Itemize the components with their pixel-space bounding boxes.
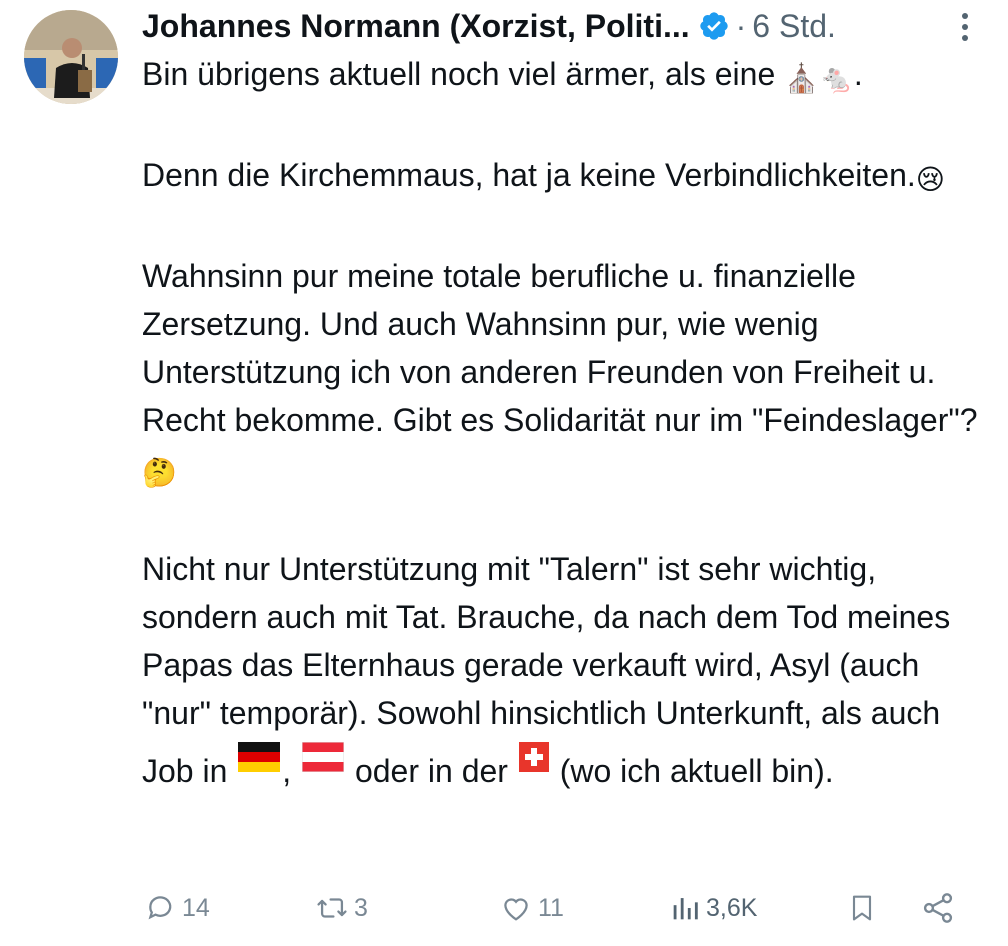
paragraph-1-end: . (853, 56, 863, 92)
views-button[interactable]: 3,6K (668, 888, 757, 928)
share-button[interactable] (920, 888, 956, 928)
switzerland-flag-icon (518, 737, 549, 785)
bookmark-icon (852, 895, 872, 921)
paragraph-1: Bin übrigens aktuell noch viel ärmer, al… (142, 50, 992, 103)
reply-icon (148, 896, 172, 920)
more-options-icon[interactable] (950, 10, 980, 44)
separator-dot: · (735, 7, 747, 44)
post-text: Bin übrigens aktuell noch viel ärmer, al… (142, 50, 992, 795)
paragraph-4-text-c: (wo ich aktuell bin). (559, 753, 834, 789)
views-count: 3,6K (706, 893, 758, 922)
repost-icon (317, 898, 347, 918)
paragraph-4-text-b: oder in der (354, 753, 508, 789)
like-count: 11 (538, 893, 564, 922)
post-actions: 14 3 11 3,6K (142, 888, 972, 928)
post-timestamp[interactable]: 6 Std. (752, 8, 836, 45)
reply-count: 14 (182, 893, 210, 922)
paragraph-2: Denn die Kirchemmaus, hat ja keine Verbi… (142, 151, 992, 204)
repost-button[interactable]: 3 (314, 888, 368, 928)
like-button[interactable]: 11 (498, 888, 564, 928)
paragraph-3: Wahnsinn pur meine totale berufliche u. … (142, 252, 992, 497)
paragraph-4: Nicht nur Unterstützung mit "Talern" ist… (142, 545, 992, 795)
views-bar-chart-icon (673, 898, 698, 920)
thinking-face-emoji: 🤔 (142, 457, 177, 488)
author-name[interactable]: Johannes Normann (Xorzist, Politi... (142, 8, 690, 45)
paragraph-1-text: Bin übrigens aktuell noch viel ärmer, al… (142, 56, 776, 92)
verified-badge-icon[interactable] (698, 10, 730, 42)
paragraph-3-text: Wahnsinn pur meine totale berufliche u. … (142, 258, 978, 438)
church-emoji: ⛪ (784, 63, 819, 94)
reply-button[interactable]: 14 (144, 888, 210, 928)
heart-icon (504, 898, 528, 921)
bookmark-button[interactable] (846, 888, 878, 928)
germany-flag-icon (238, 737, 281, 785)
avatar[interactable] (24, 10, 118, 104)
share-icon (923, 893, 953, 923)
mouse-emoji: 🐁 (819, 63, 854, 94)
paragraph-2-text: Denn die Kirchemmaus, hat ja keine Verbi… (142, 157, 916, 193)
repost-count: 3 (354, 893, 368, 922)
austria-flag-icon (302, 737, 345, 785)
paragraph-4-comma: , (282, 753, 292, 789)
post-header: Johannes Normann (Xorzist, Politi... · 6… (142, 4, 836, 48)
crying-face-emoji: 😢 (915, 164, 945, 195)
